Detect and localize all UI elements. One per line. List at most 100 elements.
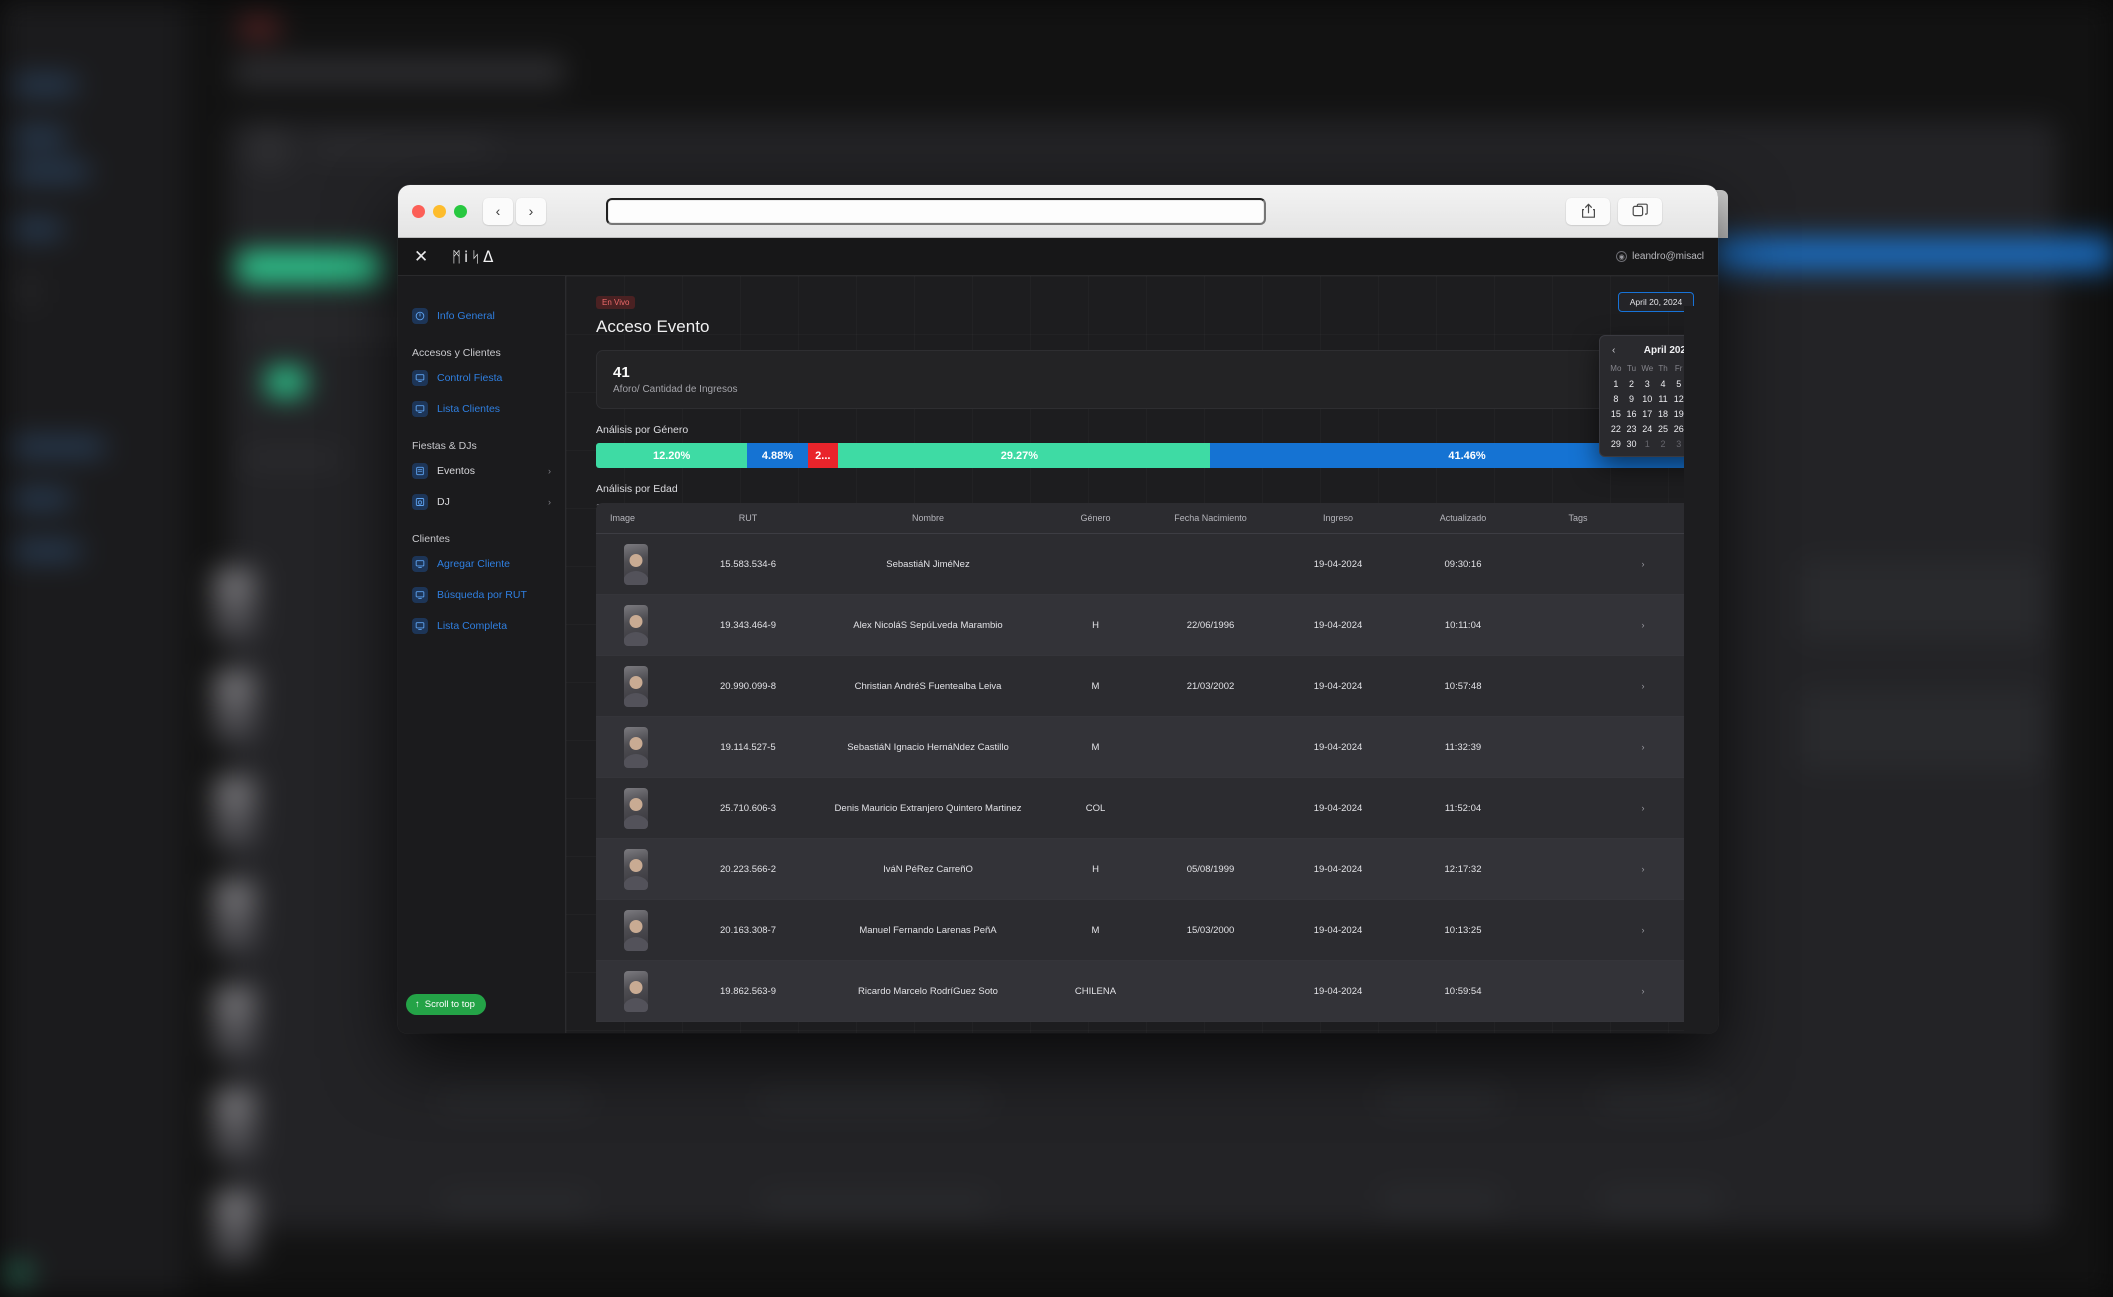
minimize-window-button[interactable]	[433, 204, 446, 218]
monitor-icon	[412, 370, 428, 386]
table-column-header[interactable]: Tags	[1528, 513, 1628, 523]
account-indicator[interactable]: ◉ leandro@misacl	[1616, 251, 1704, 262]
close-window-button[interactable]	[412, 204, 425, 218]
table-column-header[interactable]: Género	[1048, 513, 1143, 523]
tab-overview-button[interactable]	[1618, 197, 1662, 225]
row-expand-chevron-icon[interactable]: ›	[1628, 681, 1658, 691]
account-email: leandro@misacl	[1632, 251, 1704, 262]
calendar-day[interactable]: 15	[1608, 409, 1624, 419]
row-expand-chevron-icon[interactable]: ›	[1628, 803, 1658, 813]
attendees-table: Image RUT Nombre Género Fecha Nacimiento Ingr…	[596, 503, 1694, 1022]
table-cell-ingreso: 19-04-2024	[1313, 558, 1363, 570]
calendar-day[interactable]: 4	[1655, 379, 1671, 389]
background-thumbnail	[214, 672, 256, 742]
calendar-day[interactable]: 2	[1624, 379, 1640, 389]
sidebar-item-lista-clientes[interactable]: Lista Clientes	[398, 397, 565, 421]
calendar-day[interactable]: 2	[1655, 439, 1671, 449]
calendar-day[interactable]: 18	[1655, 409, 1671, 419]
aforo-count: 41	[613, 364, 630, 381]
row-expand-chevron-icon[interactable]: ›	[1628, 986, 1658, 996]
forward-button[interactable]: ›	[516, 197, 546, 225]
table-cell-ingreso: 19-04-2024	[1313, 924, 1363, 936]
table-row[interactable]: 20.990.099-8 Christian AndréS Fuentealba …	[596, 656, 1694, 717]
calendar-day[interactable]: 9	[1624, 394, 1640, 404]
calendar-day[interactable]: 11	[1655, 394, 1671, 404]
table-row[interactable]: 19.343.464-9 Alex NicoláS SepúLveda Maram…	[596, 595, 1694, 656]
background-thumbnail	[214, 1090, 256, 1160]
calendar-day[interactable]: 29	[1608, 439, 1624, 449]
background-sidebar-item	[14, 222, 62, 236]
table-cell-fecha-nacimiento: 15/03/2000	[1186, 924, 1235, 936]
scroll-to-top-button[interactable]: ↑ Scroll to top	[406, 994, 486, 1015]
table-column-header[interactable]: Ingreso	[1278, 513, 1398, 523]
table-cell-genero: M	[1091, 924, 1100, 936]
sidebar-item-dj[interactable]: DJ ›	[398, 490, 565, 514]
window-right-mask	[1684, 306, 1718, 1033]
share-icon	[1581, 203, 1595, 218]
gender-bar-segment: 12.20%	[596, 443, 748, 468]
row-expand-chevron-icon[interactable]: ›	[1628, 742, 1658, 752]
calendar-day[interactable]: 17	[1639, 409, 1655, 419]
browser-window: ‹ › ✕ ᛗiᛋᐃ ◉ leandro@misacl Info General…	[398, 185, 1718, 1033]
row-expand-chevron-icon[interactable]: ›	[1628, 559, 1658, 569]
table-cell-genero: M	[1091, 741, 1100, 753]
table-cell-fecha-nacimiento: 22/06/1996	[1186, 619, 1235, 631]
table-column-header[interactable]: Fecha Nacimiento	[1143, 513, 1278, 523]
table-row[interactable]: 19.862.563-9 Ricardo Marcelo RodríGuez So…	[596, 961, 1694, 1022]
calendar-weekday: Th	[1658, 364, 1668, 373]
app-brand-logo: ᛗiᛋᐃ	[452, 247, 497, 266]
table-row[interactable]: 20.163.308-7 Manuel Fernando Larenas PeñA…	[596, 900, 1694, 961]
table-cell-actualizado: 12:17:32	[1444, 863, 1482, 875]
status-badge: En Vivo	[596, 296, 636, 309]
background-thumbnail	[214, 882, 256, 952]
row-expand-chevron-icon[interactable]: ›	[1628, 864, 1658, 874]
calendar-day[interactable]: 22	[1608, 424, 1624, 434]
table-row[interactable]: 25.710.606-3 Denis Mauricio Extranjero Qu…	[596, 778, 1694, 839]
calendar-icon	[412, 463, 428, 479]
table-cell-actualizado: 11:52:04	[1444, 802, 1482, 814]
sidebar-item-label: Eventos	[437, 465, 475, 477]
row-expand-chevron-icon[interactable]: ›	[1628, 620, 1658, 630]
calendar-day[interactable]: 1	[1639, 439, 1655, 449]
table-row[interactable]: 20.223.566-2 IváN PéRez CarreñO H 05/08/199…	[596, 839, 1694, 900]
sidebar-item-control-fiesta[interactable]: Control Fiesta	[398, 366, 565, 390]
calendar-day[interactable]: 1	[1608, 379, 1624, 389]
back-button[interactable]: ‹	[483, 197, 513, 225]
dashboard-icon	[412, 308, 428, 324]
calendar-day[interactable]: 30	[1624, 439, 1640, 449]
table-row[interactable]: 19.114.527-5 SebastiáN Ignacio HernáNdez …	[596, 717, 1694, 778]
sidebar-item-agregar-cliente[interactable]: Agregar Cliente	[398, 552, 565, 576]
maximize-window-button[interactable]	[454, 204, 467, 218]
calendar-day[interactable]: 8	[1608, 394, 1624, 404]
background-text	[244, 452, 340, 466]
sidebar-item-info-general[interactable]: Info General	[398, 304, 565, 328]
table-column-header[interactable]: RUT	[688, 513, 808, 523]
sidebar-item-eventos[interactable]: Eventos ›	[398, 459, 565, 483]
app-close-button[interactable]: ✕	[414, 247, 436, 267]
sidebar-item-lista-completa[interactable]: Lista Completa	[398, 614, 565, 638]
table-cell-nombre: Alex NicoláS SepúLveda Marambio	[853, 619, 1003, 631]
arrow-up-icon: ↑	[415, 999, 420, 1010]
calendar-day[interactable]: 10	[1639, 394, 1655, 404]
calendar-day[interactable]: 16	[1624, 409, 1640, 419]
table-column-header[interactable]: Nombre	[808, 513, 1048, 523]
address-bar[interactable]	[606, 197, 1266, 225]
share-button[interactable]	[1566, 197, 1610, 225]
table-cell-rut: 19.862.563-9	[720, 985, 776, 997]
table-cell-ingreso: 19-04-2024	[1313, 985, 1363, 997]
calendar-day[interactable]: 23	[1624, 424, 1640, 434]
calendar-weekday: Mo	[1610, 364, 1622, 373]
row-expand-chevron-icon[interactable]: ›	[1628, 925, 1658, 935]
table-column-header[interactable]: Actualizado	[1398, 513, 1528, 523]
table-cell-genero: H	[1092, 863, 1099, 875]
calendar-day[interactable]: 24	[1639, 424, 1655, 434]
avatar-torso	[624, 997, 648, 1012]
avatar-cell	[610, 787, 688, 829]
calendar-day[interactable]: 3	[1639, 379, 1655, 389]
window-controls	[412, 204, 467, 218]
date-input[interactable]: April 20, 2024 ‹ April 2024 MoTuWeThFrSa…	[1599, 292, 1718, 457]
table-column-header[interactable]: Image	[610, 513, 688, 523]
table-row[interactable]: 15.583.534-6 SebastiáN JiméNez 19-04-2024 0…	[596, 534, 1694, 595]
sidebar-item-busqueda-por-rut[interactable]: Búsqueda por RUT	[398, 583, 565, 607]
calendar-day[interactable]: 25	[1655, 424, 1671, 434]
